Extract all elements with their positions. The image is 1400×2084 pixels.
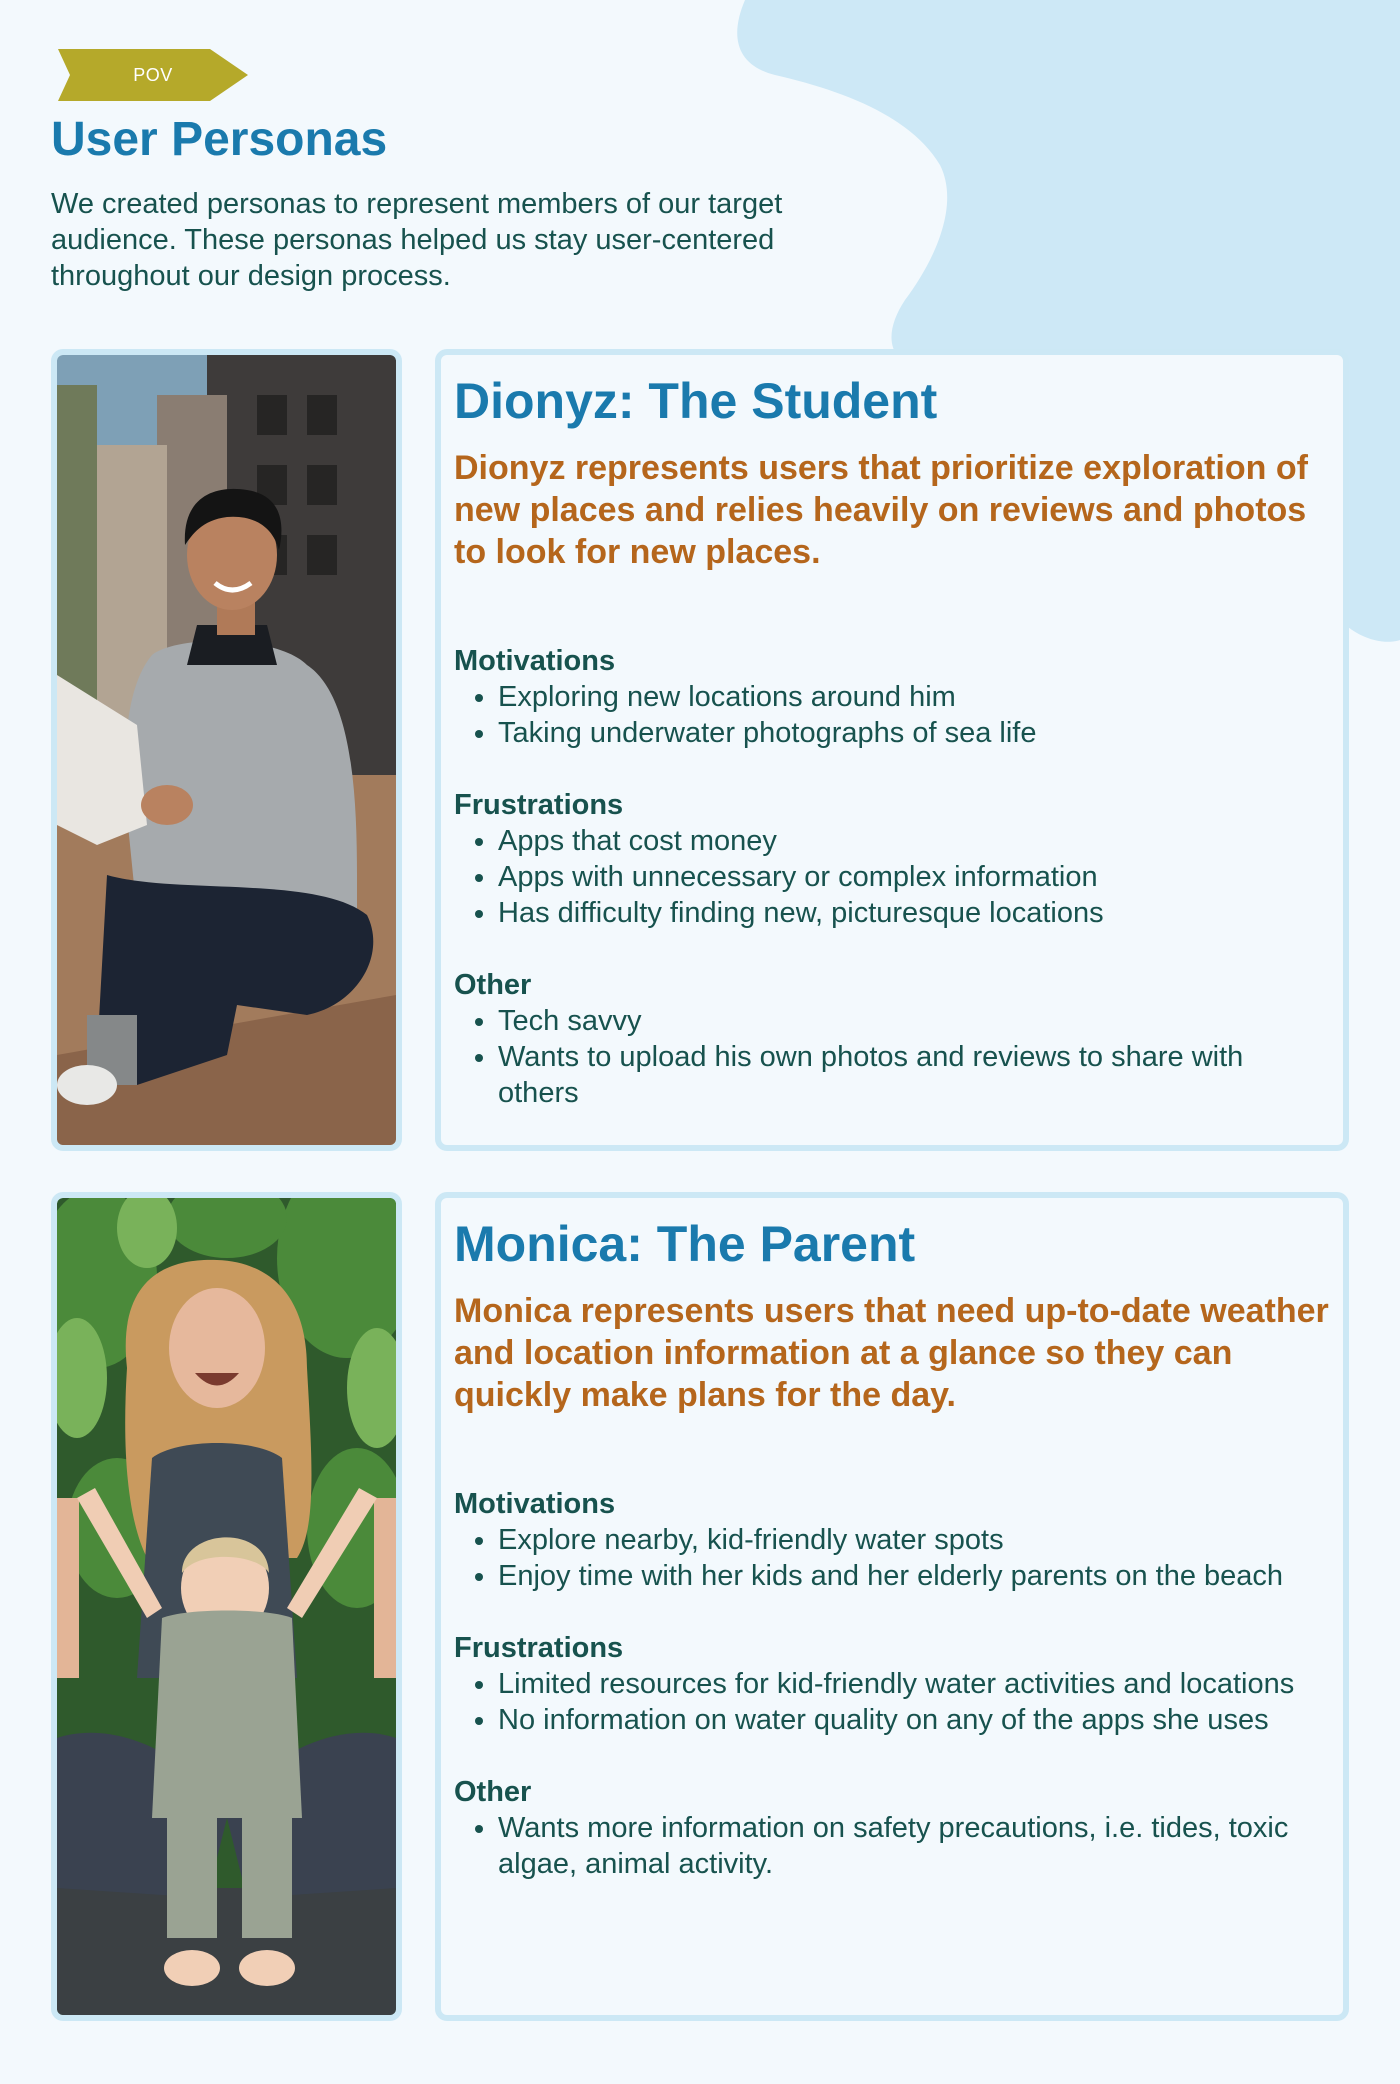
page-title: User Personas xyxy=(51,113,388,166)
list-item: Limited resources for kid-friendly water… xyxy=(498,1666,1331,1702)
other-list: Tech savvy Wants to upload his own photo… xyxy=(454,1003,1331,1111)
motivations-heading: Motivations xyxy=(454,645,616,677)
motivations-list: Exploring new locations around him Takin… xyxy=(454,679,1331,751)
parent-photo-icon xyxy=(57,1198,396,2015)
motivations-heading: Motivations xyxy=(454,1488,616,1520)
frustrations-list: Limited resources for kid-friendly water… xyxy=(454,1666,1331,1738)
list-item: Apps that cost money xyxy=(498,823,1331,859)
pov-tag: POV xyxy=(58,49,248,101)
list-item: Enjoy time with her kids and her elderly… xyxy=(498,1558,1331,1594)
other-heading: Other xyxy=(454,1776,532,1808)
list-item: Wants to upload his own photos and revie… xyxy=(498,1039,1331,1111)
persona-name: Dionyz: The Student xyxy=(454,373,938,429)
persona-summary: Monica represents users that need up-to-… xyxy=(454,1292,1329,1414)
list-item: Apps with unnecessary or complex informa… xyxy=(498,859,1331,895)
list-item: Has difficulty finding new, picturesque … xyxy=(498,895,1331,931)
other-heading: Other xyxy=(454,969,532,1001)
frustrations-list: Apps that cost money Apps with unnecessa… xyxy=(454,823,1331,931)
list-item: Taking underwater photographs of sea lif… xyxy=(498,715,1331,751)
student-photo xyxy=(51,349,402,1151)
pov-tag-label: POV xyxy=(133,65,173,85)
frustrations-heading: Frustrations xyxy=(454,789,624,821)
persona-name: Monica: The Parent xyxy=(454,1216,916,1272)
intro-text: We created personas to represent members… xyxy=(51,188,783,292)
frustrations-heading: Frustrations xyxy=(454,1632,624,1664)
parent-photo xyxy=(51,1192,402,2021)
list-item: Wants more information on safety precaut… xyxy=(498,1810,1331,1882)
list-item: Tech savvy xyxy=(498,1003,1331,1039)
persona-summary: Dionyz represents users that prioritize … xyxy=(454,449,1308,571)
list-item: Explore nearby, kid-friendly water spots xyxy=(498,1522,1331,1558)
motivations-list: Explore nearby, kid-friendly water spots… xyxy=(454,1522,1331,1594)
persona-card-parent: Monica: The Parent Monica represents use… xyxy=(435,1192,1349,2021)
list-item: No information on water quality on any o… xyxy=(498,1702,1331,1738)
list-item: Exploring new locations around him xyxy=(498,679,1331,715)
student-photo-icon xyxy=(57,355,396,1145)
persona-card-student: Dionyz: The Student Dionyz represents us… xyxy=(435,349,1349,1151)
other-list: Wants more information on safety precaut… xyxy=(454,1810,1331,1882)
